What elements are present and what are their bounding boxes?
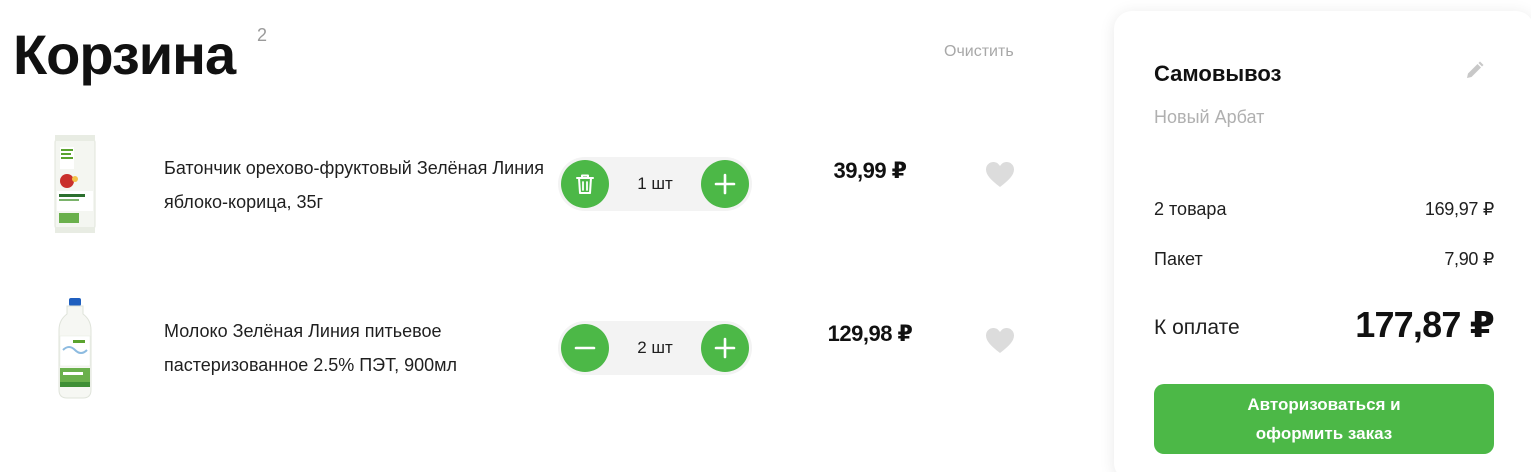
increase-quantity-button[interactable] [701, 160, 749, 208]
checkout-button[interactable]: Авторизоваться и оформить заказ [1154, 384, 1494, 454]
remove-item-button[interactable] [561, 160, 609, 208]
clear-cart-button[interactable]: Очистить [944, 43, 1014, 61]
goods-count-label: 2 товара [1154, 199, 1227, 219]
milk-bottle-image[interactable] [45, 294, 105, 404]
quantity-value: 2 шт [637, 338, 673, 357]
plus-icon [714, 173, 736, 195]
total-amount: 177,87 ₽ [1355, 304, 1495, 345]
pencil-icon[interactable] [1463, 60, 1485, 82]
item-price: 39,99 ₽ [833, 158, 907, 183]
product-name[interactable]: Батончик орехово-фруктовый Зелёная Линия… [164, 151, 544, 219]
quantity-value: 1 шт [637, 174, 673, 193]
item-price: 129,98 ₽ [827, 321, 913, 346]
quantity-stepper: 2 шт [558, 321, 752, 375]
cart-item: Батончик орехово-фруктовый Зелёная Линия… [0, 121, 1060, 241]
product-name[interactable]: Молоко Зелёная Линия питьевое пастеризов… [164, 314, 544, 382]
pickup-address: Новый Арбат [1154, 107, 1265, 127]
bag-label: Пакет [1154, 249, 1203, 269]
heart-icon[interactable] [985, 327, 1015, 355]
minus-icon [574, 346, 596, 350]
page-title: Корзина [13, 23, 236, 86]
decrease-quantity-button[interactable] [561, 324, 609, 372]
heart-icon[interactable] [985, 161, 1015, 189]
increase-quantity-button[interactable] [701, 324, 749, 372]
goods-total-value: 169,97 ₽ [1424, 199, 1494, 219]
snack-bar-image[interactable] [45, 129, 105, 239]
cart-count-badge: 2 [257, 25, 268, 45]
plus-icon [714, 337, 736, 359]
order-summary-panel: Самовывоз Новый Арбат 2 товара 169,97 ₽ … [1114, 11, 1531, 472]
bag-price-value: 7,90 ₽ [1444, 249, 1494, 269]
quantity-stepper: 1 шт [558, 157, 752, 211]
cart-item: Молоко Зелёная Линия питьевое пастеризов… [0, 286, 1060, 406]
total-label: К оплате [1154, 316, 1240, 339]
trash-icon [576, 174, 594, 194]
delivery-method-title: Самовывоз [1154, 61, 1282, 86]
